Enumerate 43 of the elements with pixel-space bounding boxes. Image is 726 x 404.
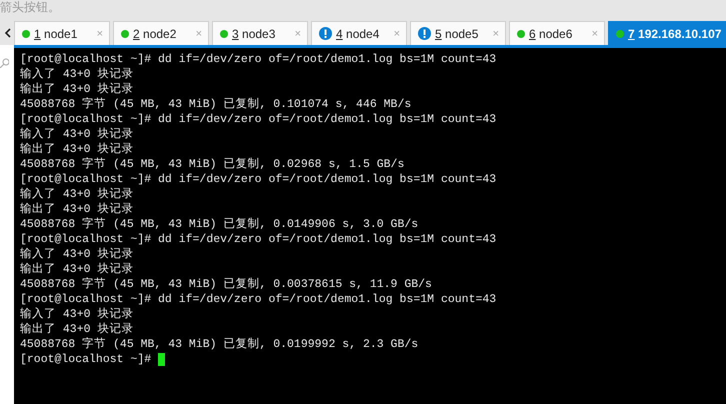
terminal-line: 输入了 43+0 块记录 bbox=[20, 247, 134, 262]
status-dot-icon bbox=[220, 30, 228, 38]
close-button[interactable]: × bbox=[196, 28, 202, 40]
terminal-line: 输入了 43+0 块记录 bbox=[20, 307, 134, 322]
close-button[interactable]: × bbox=[492, 28, 499, 40]
session-tab[interactable]: 3 node3 × bbox=[212, 21, 308, 45]
exclamation-icon bbox=[418, 27, 431, 40]
session-tab[interactable]: 2 node2 × bbox=[113, 21, 209, 45]
terminal-line: [root@localhost ~]# dd if=/dev/zero of=/root/demo1.log bs=1M count=43 bbox=[20, 112, 496, 127]
terminal-line: 输出了 43+0 块记录 bbox=[20, 142, 134, 157]
terminal-line: 输出了 43+0 块记录 bbox=[20, 202, 134, 217]
terminal-line: 45088768 字节 (45 MB, 43 MiB) 已复制, 0.101074 s, 446 MB/s bbox=[20, 97, 412, 112]
terminal-line: 输出了 43+0 块记录 bbox=[20, 322, 134, 337]
session-tab[interactable]: 4 node4 × bbox=[311, 21, 407, 45]
terminal-line: 输出了 43+0 块记录 bbox=[20, 262, 134, 277]
terminal-line: 45088768 字节 (45 MB, 43 MiB) 已复制, 0.02968 s, 1.5 GB/s bbox=[20, 157, 404, 172]
terminal-prompt: [root@localhost ~]# bbox=[20, 352, 152, 367]
terminal-line: [root@localhost ~]# dd if=/dev/zero of=/root/demo1.log bs=1M count=43 bbox=[20, 172, 496, 187]
close-button[interactable]: × bbox=[394, 28, 400, 40]
close-button[interactable]: × bbox=[96, 28, 103, 40]
status-dot-icon bbox=[616, 30, 624, 38]
terminal-line: 输入了 43+0 块记录 bbox=[20, 67, 134, 82]
terminal-line: 输出了 43+0 块记录 bbox=[20, 82, 134, 97]
status-dot-icon bbox=[517, 30, 525, 38]
terminal-line: [root@localhost ~]# dd if=/dev/zero of=/root/demo1.log bs=1M count=43 bbox=[20, 292, 496, 307]
status-dot-icon bbox=[22, 30, 30, 38]
terminal-line: 输入了 43+0 块记录 bbox=[20, 127, 134, 142]
session-tab[interactable]: 7 192.168.10.107 bbox=[608, 21, 726, 45]
chevron-left-icon[interactable] bbox=[4, 28, 10, 38]
terminal-line: 输入了 43+0 块记录 bbox=[20, 187, 134, 202]
close-button[interactable]: × bbox=[592, 28, 598, 40]
terminal-line: [root@localhost ~]# dd if=/dev/zero of=/root/demo1.log bs=1M count=43 bbox=[20, 52, 496, 67]
close-button[interactable]: × bbox=[294, 28, 301, 40]
terminal-line: 45088768 字节 (45 MB, 43 MiB) 已复制, 0.00378615 s, 11.9 GB/s bbox=[20, 277, 432, 292]
terminal-line: [root@localhost ~]# dd if=/dev/zero of=/root/demo1.log bs=1M count=43 bbox=[20, 232, 496, 247]
hint-text: 箭头按钮。 bbox=[0, 0, 61, 16]
session-tab[interactable]: 1 node1 × bbox=[14, 21, 110, 45]
session-tab[interactable]: 6 node6 × bbox=[509, 21, 605, 45]
terminal-line: 45088768 字节 (45 MB, 43 MiB) 已复制, 0.0199992 s, 2.3 GB/s bbox=[20, 337, 418, 352]
session-tab[interactable]: 5 node5 × bbox=[410, 21, 506, 45]
terminal-line: 45088768 字节 (45 MB, 43 MiB) 已复制, 0.0149906 s, 3.0 GB/s bbox=[20, 217, 418, 232]
status-dot-icon bbox=[121, 30, 129, 38]
exclamation-icon bbox=[319, 27, 332, 40]
